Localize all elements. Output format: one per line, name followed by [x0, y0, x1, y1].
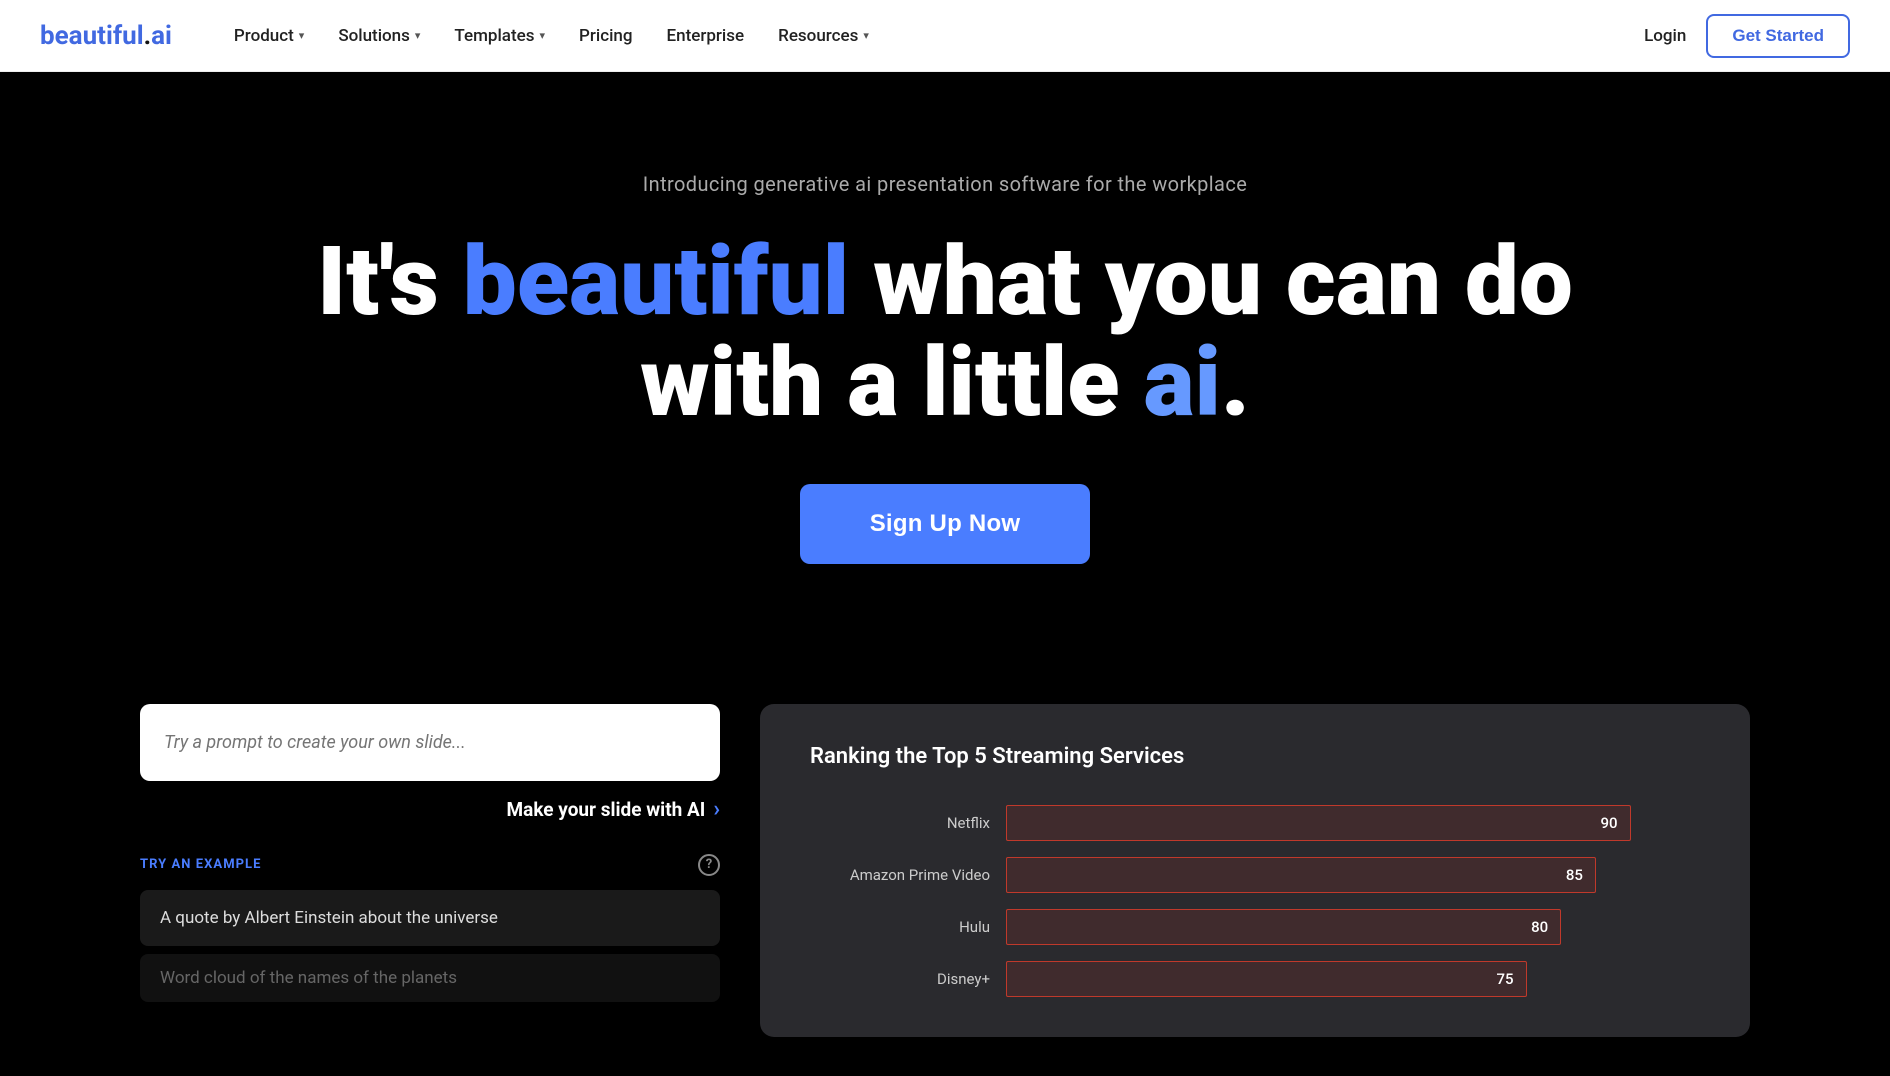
nav-resources-label: Resources — [778, 26, 858, 46]
headline-part2: what you can do — [849, 226, 1573, 338]
chevron-down-icon: ▾ — [539, 29, 545, 42]
chart-bar-container-amazon: 85 — [1006, 857, 1700, 893]
chevron-down-icon: ▾ — [415, 29, 421, 42]
chart-value-amazon: 85 — [1566, 866, 1583, 884]
headline-beautiful: beautiful — [463, 226, 849, 338]
prompt-input[interactable] — [164, 732, 696, 753]
hero-headline: It's beautiful what you can do with a li… — [40, 232, 1850, 434]
chart-bar-container-hulu: 80 — [1006, 909, 1700, 945]
logo-dot: . — [144, 21, 152, 51]
chart-bar-disney: 75 — [1006, 961, 1527, 997]
nav-item-templates[interactable]: Templates ▾ — [440, 18, 559, 54]
make-slide-label: Make your slide with AI — [507, 798, 706, 821]
signup-button[interactable]: Sign Up Now — [800, 484, 1091, 564]
make-slide-link[interactable]: Make your slide with AI › — [140, 797, 720, 822]
example-item-0[interactable]: A quote by Albert Einstein about the uni… — [140, 890, 720, 946]
navbar: beautiful.ai Product ▾ Solutions ▾ Templ… — [0, 0, 1890, 72]
nav-item-enterprise[interactable]: Enterprise — [653, 18, 759, 54]
headline-part1: It's — [317, 226, 463, 338]
chart-label-hulu: Hulu — [810, 918, 990, 936]
try-example-label: TRY AN EXAMPLE — [140, 857, 261, 872]
chart-value-hulu: 80 — [1531, 918, 1548, 936]
nav-item-resources[interactable]: Resources ▾ — [764, 18, 883, 54]
logo-text: beautiful — [40, 21, 144, 51]
chart-row-hulu: Hulu 80 — [810, 909, 1700, 945]
chart-title: Ranking the Top 5 Streaming Services — [810, 744, 1700, 769]
logo-ai: ai — [151, 21, 172, 51]
chart-panel: Ranking the Top 5 Streaming Services Net… — [760, 704, 1750, 1037]
chart-rows: Netflix 90 Amazon Prime Video 85 Hulu — [810, 805, 1700, 997]
chart-bar-container-disney: 75 — [1006, 961, 1700, 997]
login-button[interactable]: Login — [1644, 26, 1686, 46]
nav-enterprise-label: Enterprise — [667, 26, 745, 46]
try-example-header: TRY AN EXAMPLE ? — [140, 854, 720, 876]
nav-right: Login Get Started — [1644, 14, 1850, 58]
get-started-button[interactable]: Get Started — [1706, 14, 1850, 58]
left-panel: Make your slide with AI › TRY AN EXAMPLE… — [140, 704, 720, 1010]
arrow-right-icon: › — [713, 797, 720, 822]
nav-links: Product ▾ Solutions ▾ Templates ▾ Pricin… — [220, 18, 1644, 54]
nav-product-label: Product — [234, 26, 294, 46]
prompt-input-wrapper — [140, 704, 720, 781]
nav-pricing-label: Pricing — [579, 26, 633, 46]
headline-dot: . — [1221, 327, 1250, 439]
nav-item-solutions[interactable]: Solutions ▾ — [324, 18, 434, 54]
hero-subtitle: Introducing generative ai presentation s… — [40, 172, 1850, 196]
chevron-down-icon: ▾ — [299, 29, 305, 42]
nav-item-pricing[interactable]: Pricing — [565, 18, 647, 54]
chevron-down-icon: ▾ — [863, 29, 869, 42]
chart-row-netflix: Netflix 90 — [810, 805, 1700, 841]
chart-bar-container-netflix: 90 — [1006, 805, 1700, 841]
chart-label-amazon: Amazon Prime Video — [810, 866, 990, 884]
bottom-section: Make your slide with AI › TRY AN EXAMPLE… — [0, 644, 1890, 1037]
example-item-1[interactable]: Word cloud of the names of the planets — [140, 954, 720, 1002]
nav-item-product[interactable]: Product ▾ — [220, 18, 318, 54]
chart-value-netflix: 90 — [1601, 814, 1618, 832]
nav-solutions-label: Solutions — [338, 26, 410, 46]
logo[interactable]: beautiful.ai — [40, 21, 172, 51]
help-icon[interactable]: ? — [698, 854, 720, 876]
chart-value-disney: 75 — [1496, 970, 1513, 988]
chart-row-disney: Disney+ 75 — [810, 961, 1700, 997]
chart-bar-amazon: 85 — [1006, 857, 1596, 893]
chart-bar-hulu: 80 — [1006, 909, 1561, 945]
nav-templates-label: Templates — [454, 26, 534, 46]
hero-section: Introducing generative ai presentation s… — [0, 72, 1890, 644]
headline-part3: with a little — [640, 327, 1143, 439]
chart-bar-netflix: 90 — [1006, 805, 1631, 841]
chart-label-disney: Disney+ — [810, 970, 990, 988]
headline-ai: ai — [1144, 327, 1221, 439]
chart-label-netflix: Netflix — [810, 814, 990, 832]
chart-row-amazon: Amazon Prime Video 85 — [810, 857, 1700, 893]
